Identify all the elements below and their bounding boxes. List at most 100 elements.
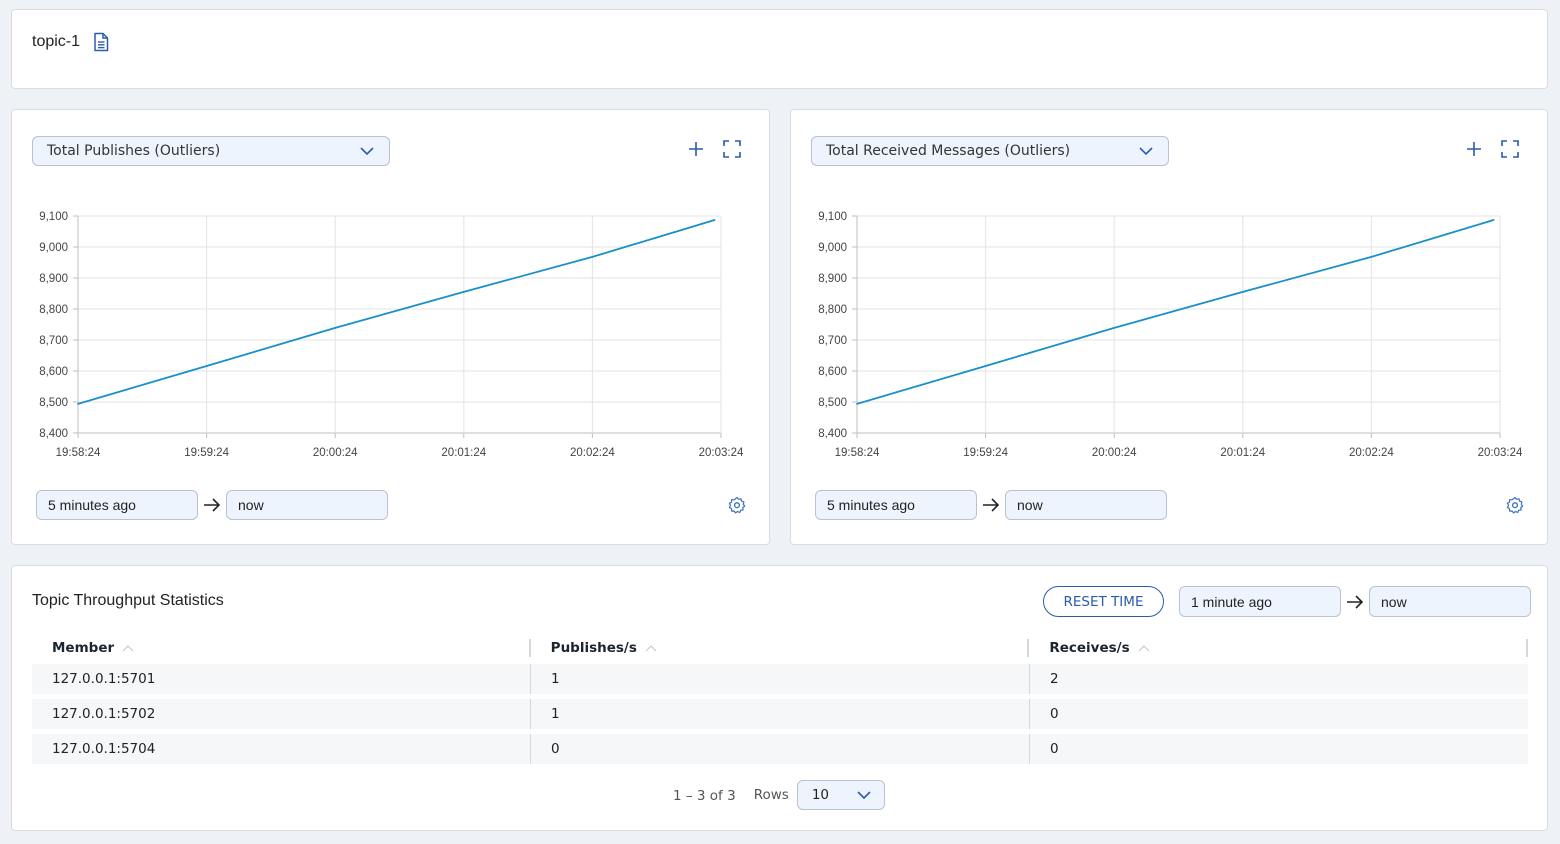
gear-icon bbox=[1506, 496, 1524, 514]
fullscreen-button[interactable] bbox=[721, 138, 743, 160]
rows-label: Rows bbox=[753, 787, 789, 803]
x-tick-label: 19:59:24 bbox=[184, 447, 229, 459]
stats-time-range: 1 minute ago now bbox=[1179, 586, 1531, 617]
plus-icon bbox=[689, 142, 703, 156]
time-from-value: 5 minutes ago bbox=[827, 497, 915, 513]
y-tick-label: 8,800 bbox=[39, 304, 68, 316]
add-chart-button[interactable] bbox=[685, 138, 707, 160]
time-to-value: now bbox=[238, 497, 264, 513]
received-chart-card: Total Received Messages (Outliers) 8,400… bbox=[790, 109, 1548, 545]
x-tick-label: 20:02:24 bbox=[1349, 447, 1394, 459]
time-to-input[interactable]: now bbox=[1005, 490, 1167, 520]
x-tick-label: 20:01:24 bbox=[1220, 447, 1265, 459]
data-point bbox=[77, 402, 79, 405]
y-tick-label: 9,100 bbox=[818, 211, 847, 223]
cell-publishes: 1 bbox=[530, 664, 1029, 694]
cell-member: 127.0.0.1:5702 bbox=[52, 706, 156, 722]
document-icon[interactable] bbox=[92, 32, 110, 52]
time-from-input[interactable]: 5 minutes ago bbox=[36, 490, 198, 520]
x-tick-label: 20:00:24 bbox=[313, 447, 358, 459]
rows-per-page-select[interactable]: 10 bbox=[796, 780, 885, 810]
line-chart: 8,400 8,500 8,600 8,700 8,800 8,900 9,000 9,100… bbox=[818, 211, 1523, 459]
column-label: Member bbox=[52, 640, 115, 656]
topic-title: topic-1 bbox=[32, 32, 110, 52]
y-tick-label: 8,500 bbox=[39, 397, 68, 409]
sort-ascending-icon bbox=[645, 645, 657, 652]
fullscreen-icon bbox=[1501, 140, 1519, 158]
cell-publishes: 0 bbox=[530, 734, 1029, 764]
y-tick-label: 8,700 bbox=[818, 335, 847, 347]
time-range: 5 minutes ago now bbox=[815, 490, 1167, 520]
metric-select[interactable]: Total Received Messages (Outliers) bbox=[811, 136, 1169, 166]
x-tick-label: 19:58:24 bbox=[835, 447, 880, 459]
arrow-right-icon bbox=[1347, 594, 1364, 609]
x-tick-label: 20:00:24 bbox=[1092, 447, 1137, 459]
y-tick-label: 8,900 bbox=[818, 273, 847, 285]
y-tick-label: 8,500 bbox=[818, 397, 847, 409]
x-tick-label: 20:02:24 bbox=[570, 447, 615, 459]
data-point bbox=[856, 402, 858, 405]
cell-receives: 0 bbox=[1029, 734, 1528, 764]
series-line bbox=[77, 219, 715, 405]
column-header-member[interactable]: Member bbox=[32, 639, 529, 657]
data-point bbox=[1241, 291, 1244, 293]
column-label: Receives/s bbox=[1049, 640, 1130, 656]
sort-ascending-icon bbox=[1138, 645, 1150, 652]
time-to-value: now bbox=[1381, 593, 1407, 610]
chart-settings-button[interactable] bbox=[1505, 495, 1525, 515]
cell-member: 127.0.0.1:5701 bbox=[52, 671, 156, 687]
time-to-input[interactable]: now bbox=[1369, 586, 1531, 617]
publishes-chart-card: Total Publishes (Outliers) 8,400 8,500 8,6… bbox=[11, 109, 770, 545]
chevron-down-icon bbox=[857, 791, 871, 800]
time-from-value: 5 minutes ago bbox=[48, 497, 136, 513]
y-tick-label: 8,800 bbox=[818, 304, 847, 316]
line-chart: 8,400 8,500 8,600 8,700 8,800 8,900 9,000 9,100… bbox=[39, 211, 744, 459]
data-point bbox=[591, 256, 594, 258]
y-tick-label: 9,000 bbox=[818, 242, 847, 254]
throughput-table: Member Publishes/s Receives/s 127.0.0.1:… bbox=[32, 632, 1529, 769]
table-row: 127.0.0.1:5702 1 0 bbox=[32, 699, 1528, 729]
y-tick-label: 9,000 bbox=[39, 242, 68, 254]
y-tick-label: 9,100 bbox=[39, 211, 68, 223]
y-tick-label: 8,400 bbox=[39, 428, 68, 440]
reset-time-button[interactable]: RESET TIME bbox=[1043, 586, 1164, 617]
stats-title: Topic Throughput Statistics bbox=[32, 592, 224, 609]
fullscreen-button[interactable] bbox=[1499, 138, 1521, 160]
time-to-input[interactable]: now bbox=[226, 490, 388, 520]
time-from-input[interactable]: 5 minutes ago bbox=[815, 490, 977, 520]
data-point bbox=[984, 365, 987, 367]
column-label: Publishes/s bbox=[550, 640, 637, 656]
page-info: 1 – 3 of 3 bbox=[673, 788, 736, 804]
time-range: 5 minutes ago now bbox=[36, 490, 388, 520]
series-line bbox=[856, 219, 1494, 405]
y-tick-label: 8,400 bbox=[818, 428, 847, 440]
x-tick-label: 20:03:24 bbox=[1478, 447, 1523, 459]
y-tick-label: 8,600 bbox=[39, 366, 68, 378]
table-header: Member Publishes/s Receives/s bbox=[32, 632, 1529, 664]
metric-select[interactable]: Total Publishes (Outliers) bbox=[32, 136, 390, 166]
time-to-value: now bbox=[1017, 497, 1043, 513]
x-tick-label: 20:03:24 bbox=[699, 447, 744, 459]
metric-select-value: Total Received Messages (Outliers) bbox=[826, 143, 1071, 159]
table-row: 127.0.0.1:5701 1 2 bbox=[32, 664, 1528, 694]
y-tick-label: 8,900 bbox=[39, 273, 68, 285]
data-point bbox=[713, 219, 716, 221]
x-tick-label: 20:01:24 bbox=[441, 447, 486, 459]
data-point bbox=[334, 327, 337, 329]
data-point bbox=[1113, 327, 1116, 329]
column-header-publishes[interactable]: Publishes/s bbox=[528, 639, 1028, 657]
throughput-stats-card: Topic Throughput Statistics RESET TIME 1… bbox=[11, 565, 1548, 831]
add-chart-button[interactable] bbox=[1463, 138, 1485, 160]
column-header-receives[interactable]: Receives/s bbox=[1027, 639, 1529, 657]
sort-ascending-icon bbox=[122, 645, 134, 652]
data-point bbox=[1492, 219, 1495, 221]
arrow-right-icon bbox=[983, 498, 1000, 512]
cell-receives: 2 bbox=[1029, 664, 1528, 694]
chart-settings-button[interactable] bbox=[727, 495, 747, 515]
cell-member: 127.0.0.1:5704 bbox=[52, 741, 156, 757]
x-tick-label: 19:59:24 bbox=[963, 447, 1008, 459]
time-from-input[interactable]: 1 minute ago bbox=[1179, 586, 1341, 617]
plus-icon bbox=[1467, 142, 1481, 156]
chevron-down-icon bbox=[360, 147, 374, 156]
topic-name: topic-1 bbox=[32, 33, 81, 50]
